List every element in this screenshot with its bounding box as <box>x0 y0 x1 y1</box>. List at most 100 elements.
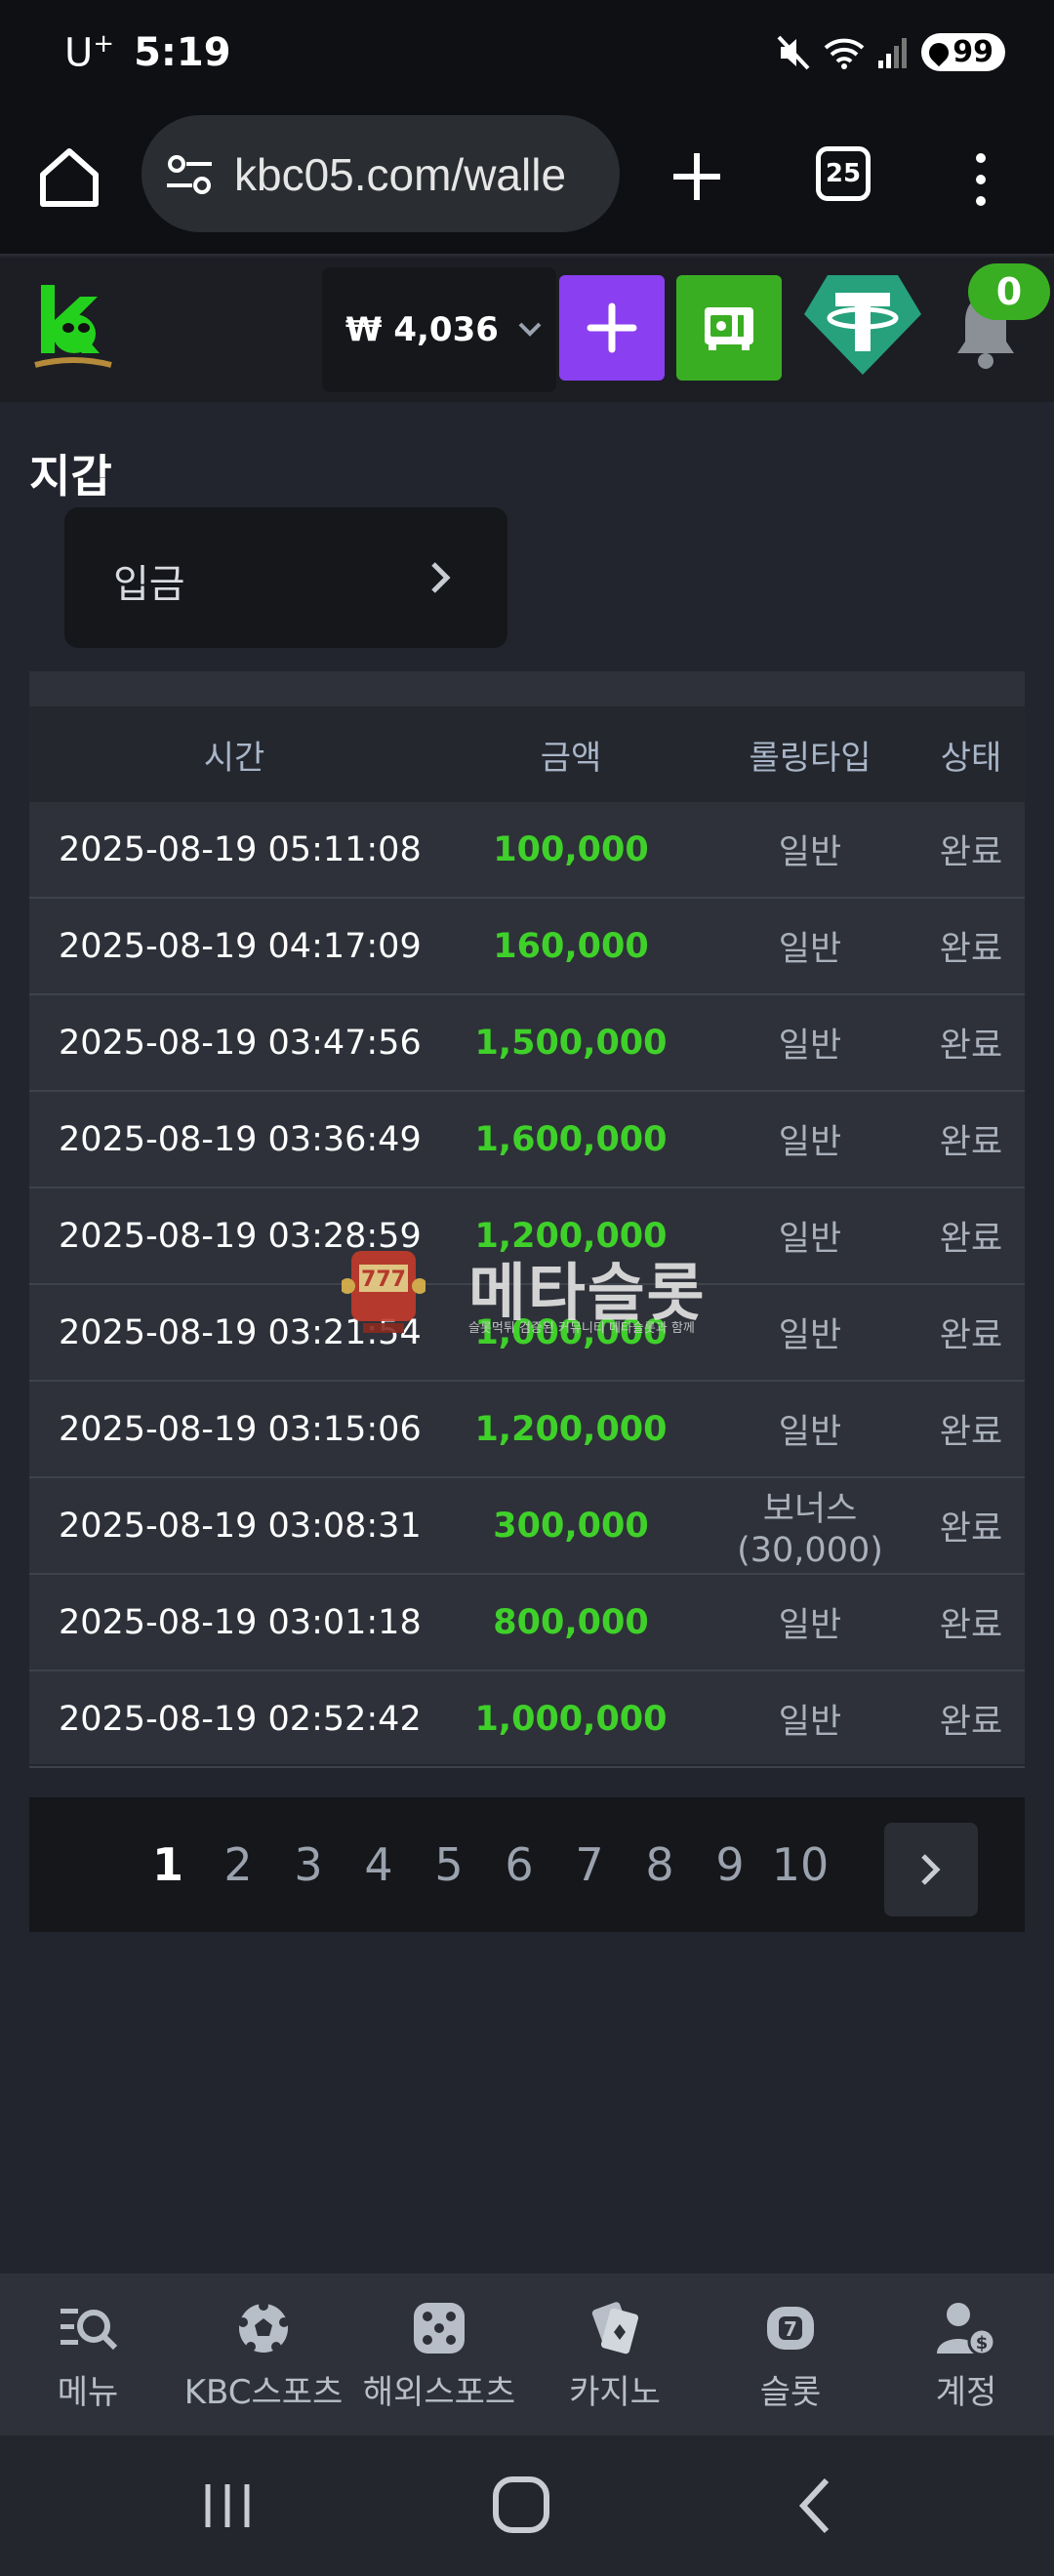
cell-status: 완료 <box>939 1220 1003 1259</box>
cell-time: 2025-08-19 05:11:08 <box>59 829 422 869</box>
bottom-nav: 메뉴 KBC스포츠 해외스포츠 카지노 7 슬롯 $ 계정 <box>0 2274 1054 2435</box>
cell-time: 2025-08-19 03:01:18 <box>59 1602 422 1642</box>
table-row: 2025-08-19 03:08:31 300,000 보너스 (30,000)… <box>29 1478 1025 1575</box>
table-header: 시간 금액 롤링타입 상태 <box>29 706 1025 802</box>
page-7[interactable]: 7 <box>554 1838 625 1891</box>
page-5[interactable]: 5 <box>414 1838 484 1891</box>
nav-label-account: 계정 <box>935 2373 997 2412</box>
nav-item-menu[interactable]: 메뉴 <box>0 2274 176 2435</box>
nav-item-slot[interactable]: 7 슬롯 <box>703 2274 878 2435</box>
status-icons: 99 <box>777 33 1005 71</box>
tether-icon[interactable] <box>802 271 923 379</box>
site-settings-icon[interactable] <box>163 148 216 201</box>
cell-amount: 160,000 <box>493 926 649 966</box>
clock: 5:19 <box>134 30 231 76</box>
next-page-button[interactable] <box>884 1823 978 1916</box>
chevron-down-icon <box>518 322 542 337</box>
address-bar[interactable]: kbc05.com/walle <box>142 115 620 232</box>
cell-status: 완료 <box>939 833 1003 872</box>
page-10[interactable]: 10 <box>765 1838 835 1891</box>
deposit-history-panel: 시간 금액 롤링타입 상태 2025-08-19 05:11:08 100,00… <box>29 671 1025 1932</box>
signal-icon <box>878 37 908 68</box>
cell-rolling-type: 일반 <box>778 1703 842 1742</box>
balance-amount: ₩ 4,036 <box>345 310 499 349</box>
system-home-button[interactable] <box>493 2476 549 2533</box>
slot-icon: 7 <box>767 2307 814 2350</box>
cell-status: 완료 <box>939 1026 1003 1066</box>
table-row: 2025-08-19 03:47:56 1,500,000 일반 완료 <box>29 995 1025 1092</box>
svg-text:$: $ <box>976 2333 989 2354</box>
watermark-subtext: 슬롯먹튀 검증된 커뮤니티 메타슬롯과 함께 <box>468 1321 695 1336</box>
column-header-rolling-type: 롤링타입 <box>749 738 872 778</box>
cell-rolling-type: 일반 <box>778 930 842 969</box>
back-icon[interactable] <box>795 2476 834 2535</box>
cell-rolling-type: 보너스 (30,000) <box>737 1490 883 1570</box>
dice-icon <box>414 2303 465 2354</box>
page-1[interactable]: 1 <box>133 1838 203 1891</box>
table-row: 2025-08-19 04:17:09 160,000 일반 완료 <box>29 899 1025 995</box>
cell-rolling-type: 일반 <box>778 1413 842 1452</box>
notification-badge: 0 <box>968 263 1050 320</box>
cell-status: 완료 <box>939 1413 1003 1452</box>
nav-item-casino[interactable]: 카지노 <box>527 2274 703 2435</box>
cell-rolling-type: 일반 <box>778 1026 842 1066</box>
nav-item-kbc-sports[interactable]: KBC스포츠 <box>176 2274 351 2435</box>
home-icon[interactable] <box>33 141 105 214</box>
plus-icon <box>587 302 637 353</box>
page-4[interactable]: 4 <box>344 1838 414 1891</box>
site-logo[interactable] <box>29 275 117 382</box>
page-2[interactable]: 2 <box>203 1838 273 1891</box>
cell-status: 완료 <box>939 1123 1003 1162</box>
page-numbers: 1 2 3 4 5 6 7 8 9 10 <box>133 1797 835 1932</box>
table-row: 2025-08-19 02:52:42 1,000,000 일반 완료 <box>29 1671 1025 1768</box>
nav-label-slot: 슬롯 <box>759 2373 822 2412</box>
watermark: 777 메타슬롯 슬롯먹튀 검증된 커뮤니티 메타슬롯과 함께 <box>332 1237 722 1345</box>
page-9[interactable]: 9 <box>695 1838 765 1891</box>
balance-dropdown[interactable]: ₩ 4,036 <box>322 267 556 392</box>
cell-time: 2025-08-19 03:08:31 <box>59 1506 422 1546</box>
cell-status: 완료 <box>939 1316 1003 1355</box>
table-row: 2025-08-19 05:11:08 100,000 일반 완료 <box>29 802 1025 899</box>
wallet-safe-button[interactable] <box>676 275 782 381</box>
account-icon: $ <box>937 2303 996 2356</box>
battery-icon: 99 <box>921 33 1005 71</box>
cell-amount: 800,000 <box>493 1602 649 1642</box>
battery-saver-icon <box>925 38 953 66</box>
status-time-area: U+ 5:19 <box>64 29 231 75</box>
column-header-time: 시간 <box>203 738 265 778</box>
battery-level: 99 <box>953 35 993 69</box>
add-funds-button[interactable] <box>559 275 665 381</box>
page-6[interactable]: 6 <box>484 1838 554 1891</box>
more-icon[interactable] <box>961 146 1000 213</box>
deposit-label: 입금 <box>113 562 185 607</box>
deposit-button[interactable]: 입금 <box>64 507 507 648</box>
cell-amount: 300,000 <box>493 1506 649 1546</box>
new-tab-icon[interactable] <box>664 143 730 210</box>
table-row: 2025-08-19 03:01:18 800,000 일반 완료 <box>29 1575 1025 1671</box>
mute-icon <box>777 35 810 69</box>
nav-item-overseas-sports[interactable]: 해외스포츠 <box>351 2274 527 2435</box>
nav-item-account[interactable]: $ 계정 <box>878 2274 1054 2435</box>
cell-time: 2025-08-19 04:17:09 <box>59 926 422 966</box>
url-text[interactable]: kbc05.com/walle <box>234 148 566 201</box>
nav-label-menu: 메뉴 <box>57 2373 119 2412</box>
system-navigation-bar <box>0 2435 1054 2576</box>
page-3[interactable]: 3 <box>273 1838 344 1891</box>
table-row: 2025-08-19 03:15:06 1,200,000 일반 완료 <box>29 1382 1025 1478</box>
page-8[interactable]: 8 <box>625 1838 695 1891</box>
cell-time: 2025-08-19 03:36:49 <box>59 1119 422 1159</box>
cell-status: 완료 <box>939 1509 1003 1549</box>
cell-time: 2025-08-19 03:15:06 <box>59 1409 422 1449</box>
chevron-right-icon <box>431 562 451 593</box>
cell-amount: 1,200,000 <box>474 1409 668 1449</box>
svg-text:7: 7 <box>784 2317 797 2341</box>
carrier-label: U+ <box>64 29 115 76</box>
nav-label-casino: 카지노 <box>569 2373 661 2412</box>
tab-switcher-button[interactable]: 25 <box>816 146 871 201</box>
cards-icon <box>591 2302 639 2355</box>
cell-rolling-type: 일반 <box>778 1123 842 1162</box>
recent-apps-icon[interactable] <box>200 2478 255 2533</box>
status-bar: U+ 5:19 99 <box>0 0 1054 109</box>
cell-time: 2025-08-19 03:47:56 <box>59 1023 422 1063</box>
slot-machine-logo: 777 <box>342 1251 426 1333</box>
